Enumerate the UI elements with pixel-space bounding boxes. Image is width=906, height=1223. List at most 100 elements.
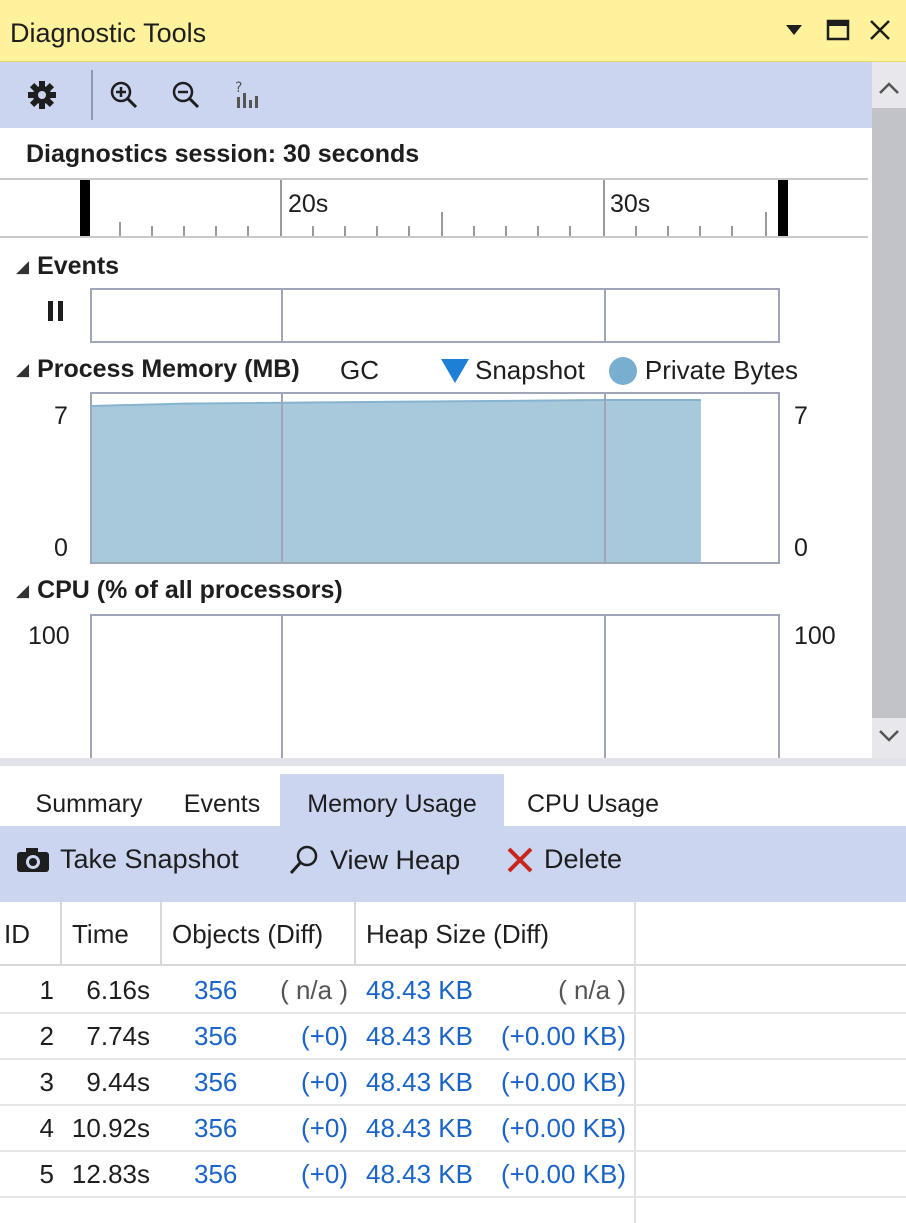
tab-summary-label: Summary (35, 789, 143, 818)
tab-events[interactable]: Events (168, 774, 276, 834)
settings-gear-icon[interactable] (22, 75, 62, 115)
row-time: 7.74s (86, 1020, 150, 1051)
cpu-axis-right-max: 100 (794, 622, 836, 650)
ruler-label-30s: 30s (610, 190, 651, 218)
row-time: 10.92s (71, 1112, 150, 1143)
camera-icon (17, 847, 49, 872)
events-section-title: Events (37, 252, 120, 280)
row-heap-link[interactable]: 48.43 KB (366, 968, 473, 1012)
collapse-triangle-icon[interactable]: ◢ (16, 581, 29, 601)
legend-gc: GC (340, 355, 379, 385)
view-heap-button[interactable]: View Heap (288, 844, 460, 876)
private-bytes-area (92, 400, 701, 562)
tab-cpu-usage-label: CPU Usage (527, 789, 659, 818)
legend-snapshot: Snapshot (475, 355, 585, 385)
row-objects-link[interactable]: 356 (194, 968, 237, 1012)
memory-chart-plot (92, 399, 701, 562)
row-heap-link[interactable]: 48.43 KB (366, 1106, 473, 1150)
row-heap-link[interactable]: 48.43 KB (366, 1152, 473, 1196)
pause-icon[interactable] (46, 300, 66, 327)
collapse-triangle-icon[interactable]: ◢ (16, 360, 29, 380)
row-id: 4 (39, 1112, 54, 1143)
row-heap-diff-link[interactable]: (+0.00 KB) (501, 1106, 626, 1150)
table-row[interactable]: 1 6.16s 356 ( n/a ) 48.43 KB ( n/a ) (0, 968, 906, 1014)
maximize-icon[interactable] (818, 8, 858, 52)
tab-events-label: Events (183, 789, 261, 818)
scroll-up-arrow-icon[interactable] (872, 68, 906, 108)
window-title: Diagnostic Tools (10, 18, 207, 48)
row-objects-link[interactable]: 356 (194, 1152, 237, 1196)
legend-private-bytes: Private Bytes (644, 355, 799, 385)
table-header-row: ID Time Objects (Diff) Heap Size (Diff) (0, 902, 906, 966)
cpu-section-title: CPU (% of all processors) (37, 576, 343, 604)
timeline-ruler[interactable]: 20s 30s (0, 178, 868, 238)
ruler-ticks (80, 180, 788, 236)
scrollbar-thumb[interactable] (872, 108, 906, 718)
table-row[interactable]: 3 9.44s 356 (+0) 48.43 KB (+0.00 KB) (0, 1060, 906, 1106)
scroll-down-arrow-icon[interactable] (872, 716, 906, 756)
col-header-heap-size-label: Heap Size (Diff) (366, 918, 550, 949)
close-icon[interactable] (860, 8, 900, 52)
row-heap-diff-link[interactable]: (+0.00 KB) (501, 1060, 626, 1104)
window-title-bar: Diagnostic Tools (0, 0, 906, 62)
svg-text:?: ? (235, 80, 242, 96)
row-heap-diff-link[interactable]: (+0.00 KB) (501, 1014, 626, 1058)
take-snapshot-label: Take Snapshot (60, 844, 239, 874)
events-track[interactable] (90, 288, 780, 343)
tab-memory-usage-label: Memory Usage (307, 789, 477, 818)
tab-memory-usage[interactable]: Memory Usage (280, 774, 504, 834)
events-section-header[interactable]: ◢ Events (16, 252, 119, 281)
row-objects-diff-link[interactable]: (+0) (301, 1106, 348, 1150)
row-objects-diff-link[interactable]: (+0) (301, 1152, 348, 1196)
col-header-id-label: ID (4, 918, 30, 949)
row-heap-diff-link[interactable]: (+0.00 KB) (501, 1152, 626, 1196)
col-header-objects-label: Objects (Diff) (172, 918, 324, 949)
cpu-chart[interactable] (90, 614, 780, 764)
session-duration-label: Diagnostics session: 30 seconds (26, 140, 420, 168)
view-heap-label: View Heap (330, 844, 461, 875)
dropdown-icon[interactable] (774, 8, 814, 52)
row-objects-diff-link[interactable]: (+0) (301, 1060, 348, 1104)
row-time: 6.16s (86, 974, 150, 1005)
col-header-heap-size[interactable]: Heap Size (Diff) (356, 902, 636, 966)
delete-label: Delete (544, 844, 623, 874)
table-row[interactable]: 2 7.74s 356 (+0) 48.43 KB (+0.00 KB) (0, 1014, 906, 1060)
memory-axis-right-max: 7 (794, 402, 808, 430)
diagnostics-toolbar: ? (0, 62, 872, 128)
zoom-in-icon[interactable] (104, 75, 144, 115)
row-heap-diff: ( n/a ) (558, 974, 626, 1005)
tab-cpu-usage[interactable]: CPU Usage (508, 774, 678, 834)
ruler-label-20s: 20s (288, 190, 329, 218)
gridline (604, 394, 606, 562)
cpu-section-header[interactable]: ◢ CPU (% of all processors) (16, 576, 343, 605)
tab-summary[interactable]: Summary (14, 774, 164, 834)
col-header-time[interactable]: Time (62, 902, 162, 966)
zoom-out-icon[interactable] (166, 75, 206, 115)
memory-chart[interactable] (90, 392, 780, 564)
gridline (604, 616, 606, 764)
row-id: 5 (39, 1158, 54, 1189)
row-objects-diff: ( n/a ) (280, 974, 348, 1005)
table-row[interactable]: 4 10.92s 356 (+0) 48.43 KB (+0.00 KB) (0, 1106, 906, 1152)
row-objects-diff-link[interactable]: (+0) (301, 1014, 348, 1058)
row-objects-link[interactable]: 356 (194, 1106, 237, 1150)
toolbar-separator (91, 70, 93, 120)
row-heap-link[interactable]: 48.43 KB (366, 1014, 473, 1058)
col-header-id[interactable]: ID (0, 902, 62, 966)
col-header-time-label: Time (72, 918, 129, 949)
row-id: 1 (39, 974, 54, 1005)
col-header-objects[interactable]: Objects (Diff) (162, 902, 356, 966)
table-row[interactable]: 5 12.83s 356 (+0) 48.43 KB (+0.00 KB) (0, 1152, 906, 1198)
collapse-triangle-icon[interactable]: ◢ (16, 257, 29, 277)
gridline (281, 290, 283, 341)
take-snapshot-button[interactable]: Take Snapshot (16, 844, 239, 875)
memory-section-header[interactable]: ◢ Process Memory (MB) (16, 355, 300, 384)
magnifier-icon (289, 845, 318, 875)
row-objects-link[interactable]: 356 (194, 1060, 237, 1104)
row-heap-link[interactable]: 48.43 KB (366, 1060, 473, 1104)
row-objects-link[interactable]: 356 (194, 1014, 237, 1058)
delete-button[interactable]: Delete (506, 844, 622, 875)
vertical-scrollbar[interactable] (872, 62, 906, 758)
reset-zoom-icon[interactable]: ? (226, 75, 266, 115)
memory-section-title: Process Memory (MB) (37, 355, 300, 383)
